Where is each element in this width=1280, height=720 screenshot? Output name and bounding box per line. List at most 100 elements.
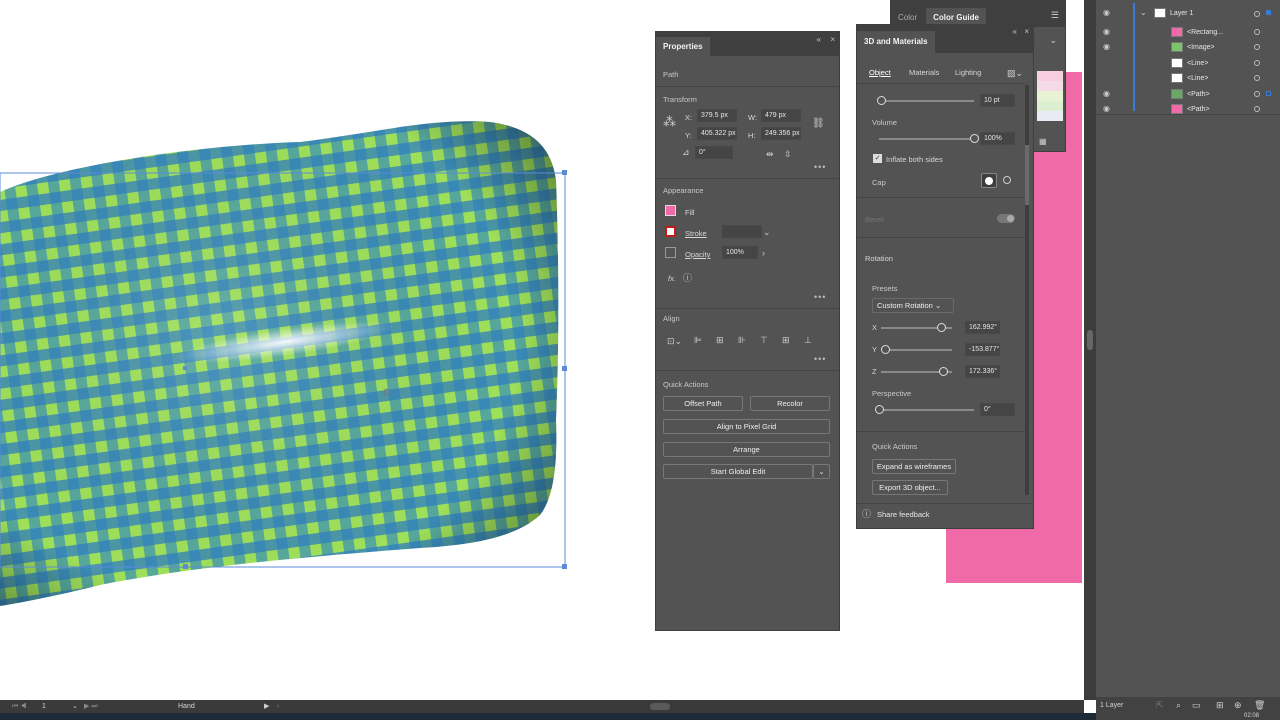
target-circle-icon[interactable] [1254,59,1260,66]
new-layer-icon[interactable]: ⊕ [1234,700,1242,710]
perspective-field[interactable]: 0° [980,403,1015,416]
start-global-edit-button[interactable]: Start Global Edit [663,464,813,479]
opacity-label[interactable]: Opacity [685,250,710,259]
visibility-eye-icon[interactable]: ◉ [1103,89,1110,98]
align-to-icon[interactable]: ⊡⌄ [667,336,682,346]
height-field[interactable]: 249.356 px [761,127,801,140]
y-field[interactable]: 405.322 px [697,127,737,140]
target-circle-icon[interactable] [1254,75,1260,82]
width-field[interactable]: 479 px [761,109,801,122]
more-options-icon[interactable]: ••• [814,162,826,172]
stroke-label[interactable]: Stroke [685,229,707,238]
volume-slider-knob[interactable] [970,134,979,143]
fill-swatch[interactable] [665,205,676,216]
recolor-button[interactable]: Recolor [750,396,830,411]
visibility-eye-icon[interactable]: ◉ [1103,104,1110,113]
x-field[interactable]: 379.5 px [697,109,737,122]
layer-row[interactable]: ◉ <Image> [1096,40,1280,55]
locate-object-icon[interactable]: ⌕ [1176,700,1181,710]
swatch-library-icon[interactable]: ▦ [1039,137,1047,147]
inflate-checkbox[interactable]: ✓ [873,154,882,163]
constrain-proportions-icon[interactable]: ⛓ [812,119,825,129]
render-settings-icon[interactable]: ▨⌄ [1007,68,1023,78]
presets-dropdown[interactable]: Custom Rotation ⌄ [872,298,954,313]
layer-name[interactable]: Layer 1 [1170,10,1193,17]
target-circle-icon[interactable] [1254,44,1260,51]
collapse-icon[interactable]: « [1013,27,1017,36]
align-bottom-icon[interactable]: ⊥ [804,335,812,345]
fx-button[interactable]: fx. [668,274,676,283]
target-circle-icon[interactable] [1254,11,1260,17]
color-swatches[interactable] [1037,71,1063,121]
more-options-icon[interactable]: ••• [814,354,826,364]
more-options-icon[interactable]: ••• [814,292,826,302]
cap-on-button[interactable] [981,173,997,188]
align-center-icon[interactable]: ⊞ [716,335,724,345]
y-rotation-knob[interactable] [880,345,890,354]
expand-wireframes-button[interactable]: Expand as wireframes [872,459,956,474]
depth-slider-knob[interactable] [877,96,886,105]
chevron-down-icon[interactable]: ⌄ [1049,35,1057,45]
y-rotation-slider[interactable] [881,349,952,351]
chevron-down-icon[interactable]: ⌄ [813,464,830,479]
layer-row[interactable]: ◉ <Path> [1096,87,1280,102]
new-sublayer-icon[interactable]: ⊞ [1216,700,1224,710]
offset-path-button[interactable]: Offset Path [663,396,743,411]
tab-3d-materials[interactable]: 3D and Materials [857,31,935,53]
first-artboard-icon[interactable]: ⏮ ◀ [12,702,27,712]
volume-slider[interactable] [879,138,974,140]
target-circle-icon[interactable] [1254,29,1260,35]
layer-item-name[interactable]: <Line> [1187,75,1208,82]
cap-off-button[interactable] [1000,173,1016,188]
tab-materials[interactable]: Materials [909,68,939,77]
layer-item-name[interactable]: <Rectang... [1187,29,1223,36]
arrange-button[interactable]: Arrange [663,442,830,457]
visibility-eye-icon[interactable]: ◉ [1103,8,1110,17]
tab-properties[interactable]: Properties [656,37,710,56]
y-rotation-field[interactable]: -153.877° [965,343,1000,356]
stroke-weight-field[interactable] [722,225,762,238]
bevel-toggle[interactable] [997,214,1015,223]
reference-point-icon[interactable]: ⁂ [663,115,676,128]
layer-row[interactable]: ◉ <Rectang... [1096,25,1280,40]
align-left-icon[interactable]: ⊫ [694,335,702,345]
close-icon[interactable]: × [1024,27,1029,36]
volume-field[interactable]: 100% [980,132,1015,145]
opacity-field[interactable]: 100% [722,246,758,259]
layer-item-name[interactable]: <Path> [1187,106,1210,113]
layer-row[interactable]: <Line> [1096,71,1280,86]
horizontal-scrollbar-thumb[interactable] [650,703,670,710]
collect-export-icon[interactable]: ⇱ [1156,700,1164,710]
delete-icon[interactable]: 🗑 [1254,700,1265,710]
align-right-icon[interactable]: ⊪ [738,335,746,345]
flip-horizontal-icon[interactable]: ⇹ [766,149,774,159]
next-artboard-icon[interactable]: ▶ ⏭ [84,702,98,712]
3d-plaid-object[interactable] [0,0,600,640]
status-menu-icon[interactable]: ▶ [264,702,269,712]
rotation-section-title[interactable]: Rotation [865,254,893,263]
chevron-down-icon[interactable]: ⌄ [763,227,771,237]
info-icon[interactable]: ⓘ [683,273,692,283]
chevron-down-icon[interactable]: ⌄ [72,702,78,712]
layer-item-name[interactable]: <Line> [1187,60,1208,67]
chevron-right-icon[interactable]: › [762,248,765,258]
artboard-number[interactable]: 1 [42,703,46,710]
align-middle-icon[interactable]: ⊞ [782,335,790,345]
collapse-icon[interactable]: « [817,35,821,44]
layer-row[interactable]: <Line> [1096,56,1280,71]
depth-field[interactable]: 10 pt [980,94,1015,107]
z-rotation-field[interactable]: 172.336° [965,365,1000,378]
close-icon[interactable]: × [830,35,835,44]
depth-slider[interactable] [879,100,974,102]
rotate-angle-field[interactable]: 0° [695,146,733,159]
visibility-eye-icon[interactable]: ◉ [1103,27,1110,36]
flip-vertical-icon[interactable]: ⇳ [784,149,792,159]
perspective-knob[interactable] [875,405,884,414]
target-circle-icon[interactable] [1254,106,1260,112]
tab-lighting[interactable]: Lighting [955,68,981,77]
layer-item-name[interactable]: <Image> [1187,44,1215,51]
scroll-left-icon[interactable]: ‹ [277,702,279,712]
share-feedback-link[interactable]: Share feedback [877,510,930,519]
canvas-vertical-scrollbar[interactable] [1084,0,1096,700]
visibility-eye-icon[interactable]: ◉ [1103,42,1110,51]
